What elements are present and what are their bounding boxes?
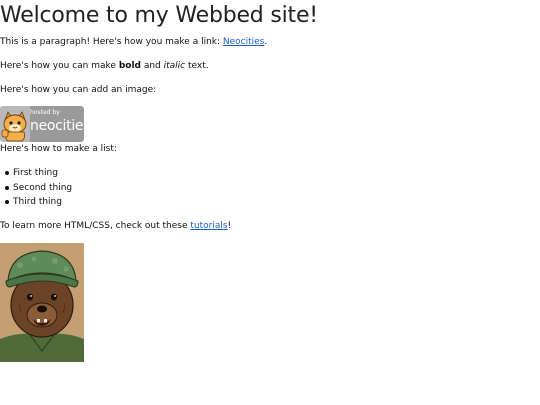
link-paragraph: This is a paragraph! Here's how you make… [0,36,267,48]
image-intro-paragraph: Here's how you can add an image: [0,85,157,95]
cat-mascot-icon [0,106,30,142]
formatting-prefix: Here's how you can make [0,61,119,71]
list-item-label: Third thing [13,197,62,207]
list-item: Third thing [0,196,72,211]
thing-list: First thing Second thing Third thing [0,167,72,211]
tutorials-link[interactable]: tutorials [190,221,227,231]
badge-big-text: neocities [30,118,84,134]
badge-small-text: hosted by [30,109,60,116]
formatting-middle: and [140,61,164,71]
link-paragraph-suffix: . [264,37,268,47]
bullet-icon [5,185,9,190]
page-title: Welcome to my Webbed site! [0,3,318,28]
list-item: First thing [0,167,72,182]
bullet-icon [5,200,9,204]
learn-more-paragraph: To learn more HTML/CSS, check out these … [0,220,231,232]
bullet-icon [5,171,9,175]
formatting-suffix: text. [185,61,209,71]
bear-image [0,243,84,362]
italic-word: italic [163,61,186,71]
formatting-paragraph: Here's how you can make bold and italic … [0,60,209,72]
bold-word: bold [118,61,141,71]
neocities-link[interactable]: Neocities [223,37,264,47]
list-item: Second thing [0,182,72,197]
list-intro-paragraph: Here's how to make a list: [0,144,117,154]
list-item-label: First thing [13,168,58,178]
bear-illustration-icon [0,243,84,362]
learn-more-suffix: ! [227,221,232,231]
neocities-badge[interactable]: hosted by neocities [0,106,84,142]
badge-text: hosted by neocities [30,109,84,135]
learn-more-prefix: To learn more HTML/CSS, check out these [0,221,191,231]
list-item-label: Second thing [13,182,73,193]
link-paragraph-text: This is a paragraph! Here's how you make… [0,37,223,47]
